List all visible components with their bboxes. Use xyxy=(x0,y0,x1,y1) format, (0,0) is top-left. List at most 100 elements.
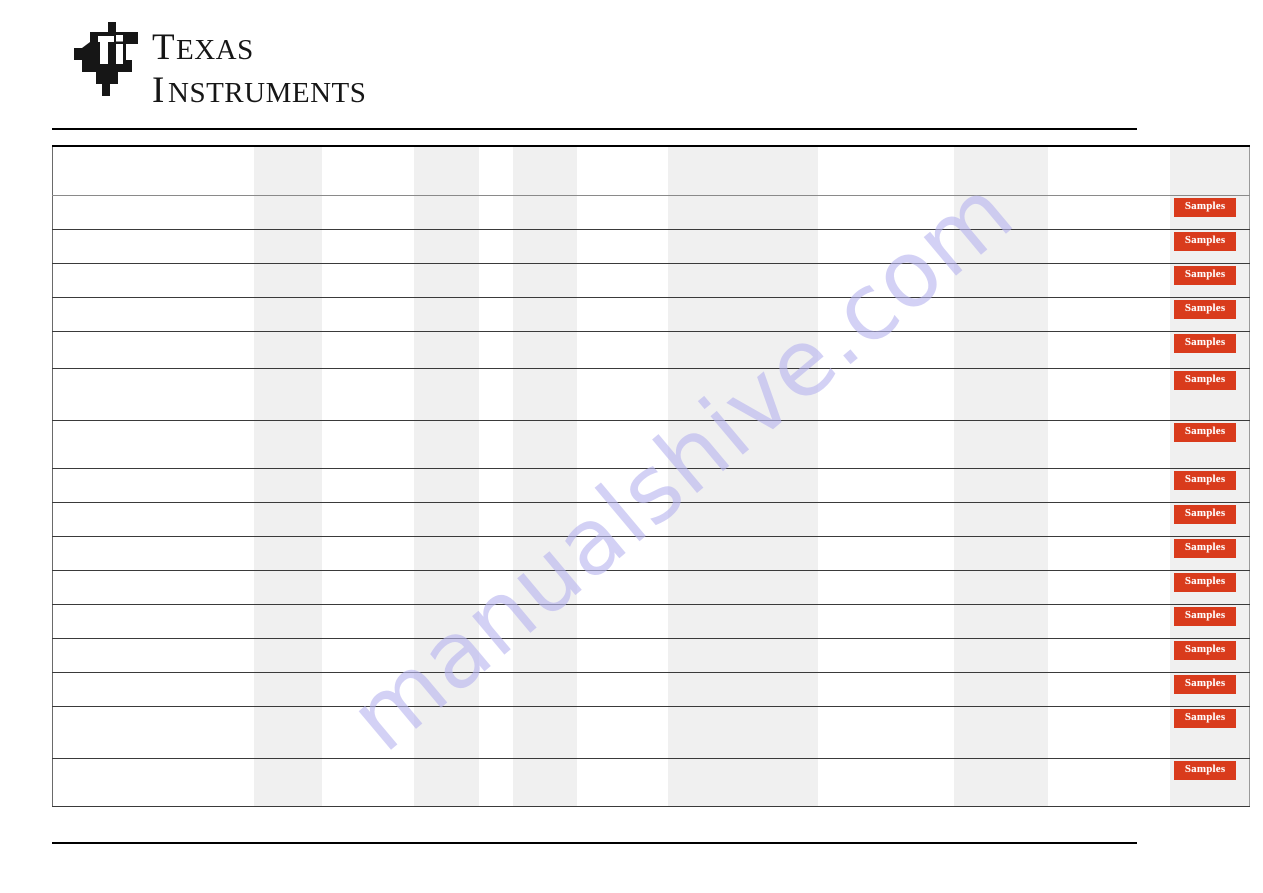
cell-notes xyxy=(1047,331,1170,369)
cell-status xyxy=(254,502,322,537)
cell-accuracy xyxy=(817,297,954,332)
cell-interface xyxy=(953,263,1048,298)
cell-supply xyxy=(512,758,577,807)
samples-cell: Samples xyxy=(1169,297,1250,332)
cell-features xyxy=(576,502,669,537)
cell-features xyxy=(576,297,669,332)
cell-accuracy xyxy=(817,570,954,605)
cell-part_number xyxy=(52,604,255,639)
table-row: Samples xyxy=(52,706,1250,759)
cell-features xyxy=(576,672,669,707)
samples-button[interactable]: Samples xyxy=(1173,573,1237,592)
cell-features xyxy=(576,468,669,503)
cell-output xyxy=(668,638,818,673)
table-row: Samples xyxy=(52,502,1250,537)
column-header-samples xyxy=(1169,145,1250,196)
cell-features xyxy=(576,536,669,571)
cell-supply xyxy=(512,195,577,230)
footer-divider xyxy=(52,842,1137,844)
cell-accuracy xyxy=(817,229,954,264)
samples-button[interactable]: Samples xyxy=(1173,607,1237,626)
cell-pins xyxy=(414,368,479,421)
cell-notes xyxy=(1047,706,1170,759)
cell-features xyxy=(576,229,669,264)
cell-status xyxy=(254,672,322,707)
cell-part_number xyxy=(52,638,255,673)
samples-button[interactable]: Samples xyxy=(1173,761,1237,780)
cell-notes xyxy=(1047,536,1170,571)
svg-text:NSTRUMENTS: NSTRUMENTS xyxy=(168,77,366,109)
samples-button[interactable]: Samples xyxy=(1173,641,1237,660)
cell-part_number xyxy=(52,297,255,332)
samples-button[interactable]: Samples xyxy=(1173,423,1237,442)
cell-output xyxy=(668,502,818,537)
cell-status xyxy=(254,195,322,230)
table-row: Samples xyxy=(52,638,1250,673)
cell-interface xyxy=(953,229,1048,264)
cell-output xyxy=(668,468,818,503)
cell-package xyxy=(321,536,415,571)
cell-status xyxy=(254,420,322,469)
datasheet-page: T EXAS I NSTRUMENTS Texas Instruments Sa… xyxy=(0,0,1263,893)
samples-button[interactable]: Samples xyxy=(1173,371,1237,390)
cell-supply xyxy=(512,570,577,605)
cell-pins xyxy=(414,570,479,605)
cell-accuracy xyxy=(817,638,954,673)
cell-accuracy xyxy=(817,758,954,807)
cell-interface xyxy=(953,758,1048,807)
cell-pins xyxy=(414,229,479,264)
samples-button[interactable]: Samples xyxy=(1173,334,1237,353)
cell-package xyxy=(321,368,415,421)
cell-features xyxy=(576,604,669,639)
cell-accuracy xyxy=(817,368,954,421)
samples-cell: Samples xyxy=(1169,502,1250,537)
cell-pins xyxy=(414,672,479,707)
samples-cell: Samples xyxy=(1169,420,1250,469)
cell-output xyxy=(668,536,818,571)
cell-accuracy xyxy=(817,502,954,537)
cell-output xyxy=(668,297,818,332)
cell-pins xyxy=(414,331,479,369)
cell-pins xyxy=(414,706,479,759)
cell-features xyxy=(576,706,669,759)
column-header-interface xyxy=(953,145,1048,196)
samples-button[interactable]: Samples xyxy=(1173,709,1237,728)
cell-notes xyxy=(1047,672,1170,707)
samples-button[interactable]: Samples xyxy=(1173,471,1237,490)
cell-features xyxy=(576,570,669,605)
cell-package xyxy=(321,263,415,298)
cell-accuracy xyxy=(817,706,954,759)
samples-button[interactable]: Samples xyxy=(1173,300,1237,319)
cell-interface xyxy=(953,502,1048,537)
cell-pins xyxy=(414,502,479,537)
cell-interface xyxy=(953,468,1048,503)
column-header-pins xyxy=(414,145,479,196)
samples-button[interactable]: Samples xyxy=(1173,539,1237,558)
samples-button[interactable]: Samples xyxy=(1173,505,1237,524)
cell-features xyxy=(576,420,669,469)
table-row: Samples xyxy=(52,758,1250,807)
samples-button[interactable]: Samples xyxy=(1173,266,1237,285)
cell-notes xyxy=(1047,468,1170,503)
cell-features xyxy=(576,263,669,298)
samples-button[interactable]: Samples xyxy=(1173,232,1237,251)
header-divider xyxy=(52,128,1137,130)
column-header-features xyxy=(576,145,669,196)
cell-temp xyxy=(478,672,513,707)
cell-features xyxy=(576,331,669,369)
table-row: Samples xyxy=(52,672,1250,707)
cell-supply xyxy=(512,706,577,759)
cell-supply xyxy=(512,229,577,264)
cell-supply xyxy=(512,502,577,537)
table-row: Samples xyxy=(52,420,1250,469)
cell-temp xyxy=(478,297,513,332)
cell-part_number xyxy=(52,536,255,571)
cell-interface xyxy=(953,706,1048,759)
cell-output xyxy=(668,229,818,264)
cell-package xyxy=(321,331,415,369)
cell-notes xyxy=(1047,638,1170,673)
samples-cell: Samples xyxy=(1169,263,1250,298)
samples-button[interactable]: Samples xyxy=(1173,675,1237,694)
samples-button[interactable]: Samples xyxy=(1173,198,1237,217)
samples-cell: Samples xyxy=(1169,536,1250,571)
